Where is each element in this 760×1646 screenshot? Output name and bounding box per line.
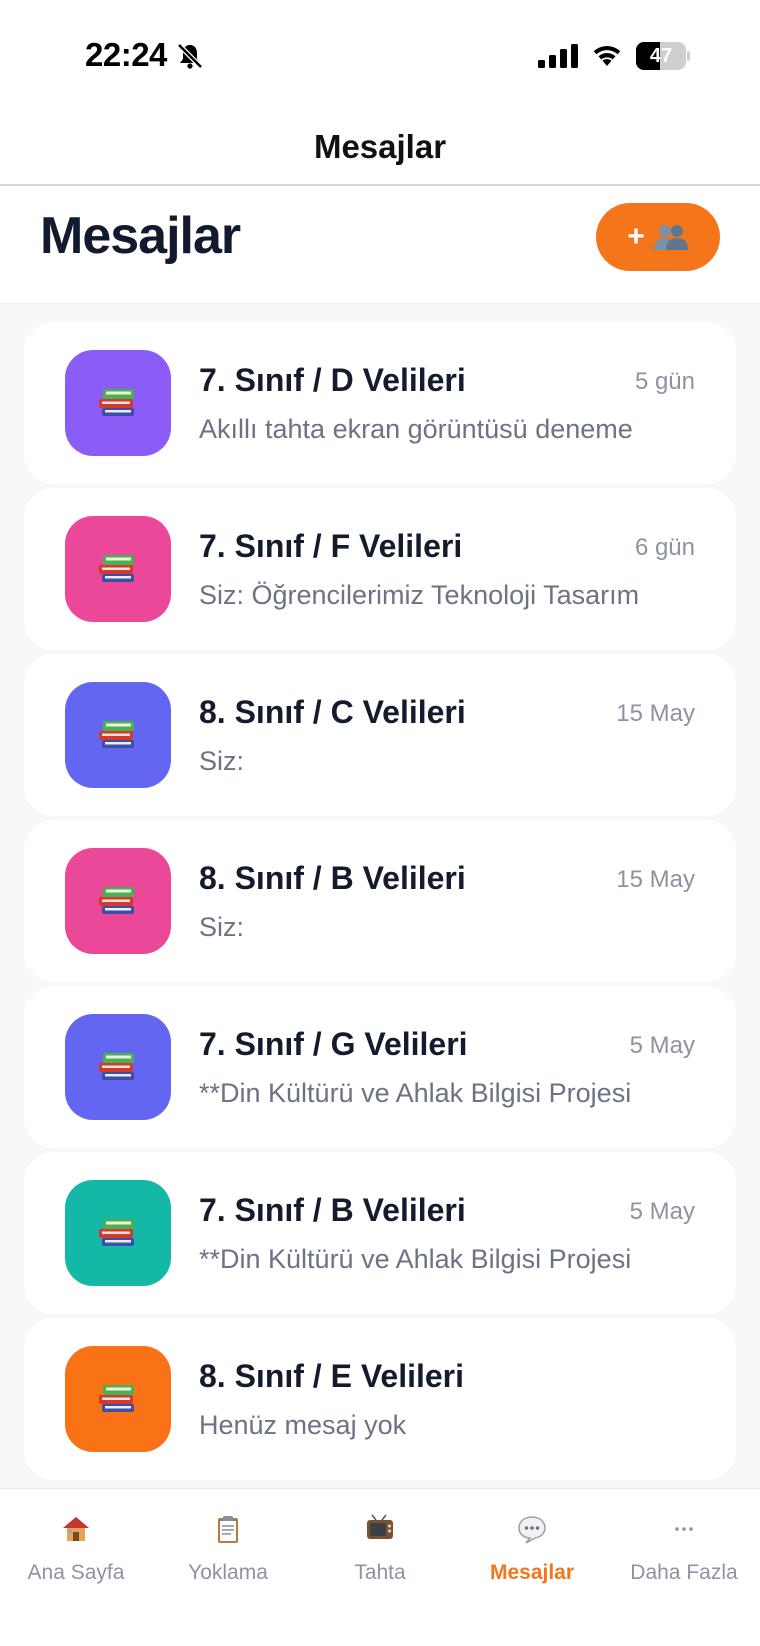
tab-label: Mesajlar — [489, 1561, 575, 1584]
nav-title: Mesajlar — [313, 128, 447, 165]
conversation-date: 5 May — [629, 1198, 695, 1225]
clipboard-icon — [218, 1516, 238, 1543]
conversation-name: 7. Sınıf / B Velileri — [199, 1192, 466, 1228]
cellular-signal-icon — [538, 44, 578, 68]
conversation-preview: **Din Kültürü ve Ahlak Bilgisi Projesi — [199, 1244, 632, 1274]
plus-icon: + — [627, 220, 645, 253]
books-icon — [99, 1219, 134, 1246]
speech-bubble-icon — [518, 1516, 546, 1544]
conversation-name: 7. Sınıf / G Velileri — [199, 1026, 468, 1062]
conversation-preview: **Din Kültürü ve Ahlak Bilgisi Projesi — [199, 1078, 632, 1108]
conversation-name: 8. Sınıf / C Velileri — [199, 694, 466, 730]
group-avatar — [65, 1346, 171, 1452]
books-icon — [99, 1053, 134, 1080]
group-avatar — [65, 1014, 171, 1120]
conversation-item[interactable]: 7. Sınıf / G Velileri 5 May **Din Kültür… — [24, 986, 736, 1148]
tv-icon — [367, 1514, 393, 1539]
conversation-preview: Siz: — [199, 912, 245, 942]
tab-label: Tahta — [354, 1561, 406, 1584]
tab-label: Yoklama — [188, 1561, 268, 1584]
tab-bar: Ana Sayfa Yoklama Tahta Mesajlar Daha Fa… — [0, 1488, 760, 1646]
books-icon — [99, 555, 134, 582]
tab-more[interactable]: Daha Fazla — [608, 1489, 760, 1609]
wifi-icon — [593, 45, 621, 66]
group-avatar — [65, 682, 171, 788]
tab-label: Daha Fazla — [630, 1561, 738, 1584]
conversation-item[interactable]: 8. Sınıf / E Velileri Henüz mesaj yok — [24, 1318, 736, 1480]
battery-body: 47 — [636, 42, 686, 70]
battery-percent: 47 — [649, 45, 673, 67]
conversation-item[interactable]: 8. Sınıf / C Velileri 15 May Siz: — [24, 654, 736, 816]
navigation-bar: Mesajlar — [0, 110, 760, 186]
conversation-preview: Akıllı tahta ekran görüntüsü deneme — [199, 414, 633, 444]
status-time: 22:24 — [85, 36, 167, 73]
conversation-list[interactable]: 7. Sınıf / D Velileri 5 gün Akıllı tahta… — [0, 304, 760, 1488]
people-icon — [653, 225, 688, 250]
page-title: Mesajlar — [40, 207, 241, 265]
books-icon — [99, 389, 134, 416]
battery-indicator: 47 — [636, 42, 690, 70]
new-group-message-button[interactable]: + — [596, 203, 720, 271]
tab-messages[interactable]: Mesajlar — [456, 1489, 608, 1609]
books-icon — [99, 721, 134, 748]
conversation-name: 8. Sınıf / B Velileri — [199, 860, 466, 896]
tab-board[interactable]: Tahta — [304, 1489, 456, 1609]
books-icon — [99, 887, 134, 914]
conversation-preview: Henüz mesaj yok — [199, 1410, 407, 1440]
conversation-preview: Siz: Öğrencilerimiz Teknoloji Tasarım — [199, 580, 640, 610]
battery-tip — [687, 51, 690, 61]
conversation-item[interactable]: 7. Sınıf / B Velileri 5 May **Din Kültür… — [24, 1152, 736, 1314]
tab-label: Ana Sayfa — [27, 1561, 125, 1584]
group-avatar — [65, 350, 171, 456]
house-icon — [63, 1517, 89, 1541]
conversation-date: 5 May — [629, 1032, 695, 1059]
bell-muted-icon — [177, 43, 203, 69]
conversation-name: 8. Sınıf / E Velileri — [199, 1358, 464, 1394]
status-bar: 22:24 47 — [0, 0, 760, 110]
conversation-name: 7. Sınıf / F Velileri — [199, 528, 463, 564]
conversation-preview: Siz: — [199, 746, 245, 776]
ellipsis-icon — [675, 1527, 693, 1531]
conversation-date: 15 May — [616, 866, 695, 893]
conversation-date: 5 gün — [634, 368, 695, 395]
conversation-item[interactable]: 7. Sınıf / D Velileri 5 gün Akıllı tahta… — [24, 322, 736, 484]
page-header: Mesajlar + — [0, 186, 760, 304]
conversation-date: 15 May — [616, 700, 695, 727]
books-icon — [99, 1385, 134, 1412]
tab-attendance[interactable]: Yoklama — [152, 1489, 304, 1609]
conversation-date: 6 gün — [634, 534, 695, 561]
group-avatar — [65, 516, 171, 622]
conversation-name: 7. Sınıf / D Velileri — [199, 362, 466, 398]
conversation-item[interactable]: 8. Sınıf / B Velileri 15 May Siz: — [24, 820, 736, 982]
group-avatar — [65, 1180, 171, 1286]
tab-home[interactable]: Ana Sayfa — [0, 1489, 152, 1609]
group-avatar — [65, 848, 171, 954]
conversation-item[interactable]: 7. Sınıf / F Velileri 6 gün Siz: Öğrenci… — [24, 488, 736, 650]
